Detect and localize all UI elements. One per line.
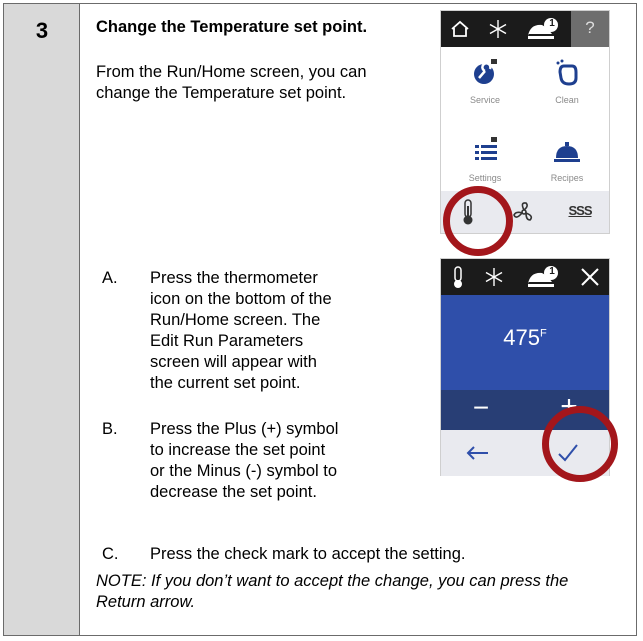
fan-icon[interactable] (509, 197, 539, 227)
return-arrow-icon[interactable] (463, 440, 493, 466)
home-icon (447, 17, 473, 41)
clean-hand-icon[interactable] (547, 55, 587, 91)
minus-button[interactable]: − (461, 392, 501, 424)
service-wrench-icon[interactable] (465, 55, 505, 91)
tile-label: Service (469, 95, 500, 105)
help-button[interactable]: ? (571, 11, 609, 47)
tile-label: Clean (555, 95, 579, 105)
highlight-circle (542, 406, 618, 482)
list-item-text: Press the check mark to accept the setti… (150, 545, 466, 563)
snowflake-icon (481, 265, 507, 289)
highlight-circle (443, 186, 513, 256)
list-item-letter: A. (102, 269, 118, 287)
temperature-readout: 475F (441, 325, 609, 351)
notification-count: 1 (549, 18, 555, 29)
temperature-value: 475 (503, 325, 540, 350)
edit-screen-topbar: 1 (441, 259, 609, 295)
step-title: Change the Temperature set point. (96, 18, 368, 36)
recipes-cloche-icon[interactable] (547, 133, 587, 169)
notification-count: 1 (549, 266, 555, 277)
heat-icon[interactable]: SSS (565, 203, 595, 218)
list-item-letter: B. (102, 420, 118, 438)
instruction-step: 3 Change the Temperature set point. From… (3, 3, 637, 636)
temperature-unit: F (539, 327, 547, 340)
tile-label: Settings (468, 173, 502, 183)
step-intro: From the Run/Home screen, you can change… (96, 63, 367, 102)
step-number: 3 (35, 18, 49, 43)
note-text: NOTE: If you don’t want to accept the ch… (96, 572, 569, 611)
help-label: ? (585, 18, 595, 37)
tile-label: Recipes (550, 173, 584, 183)
list-item-text: Press the thermometer icon on the bottom… (150, 269, 332, 392)
step-number-column: 3 (4, 4, 80, 635)
home-screen-topbar: 1 ? (441, 11, 609, 47)
thermometer-icon (447, 264, 469, 290)
snowflake-icon (485, 17, 511, 41)
close-icon[interactable] (577, 265, 603, 289)
settings-list-icon[interactable] (465, 133, 505, 169)
list-item-text: Press the Plus (+) symbol to increase th… (150, 420, 339, 501)
list-item-letter: C. (102, 545, 119, 563)
step-content: Change the Temperature set point. From t… (80, 4, 636, 635)
